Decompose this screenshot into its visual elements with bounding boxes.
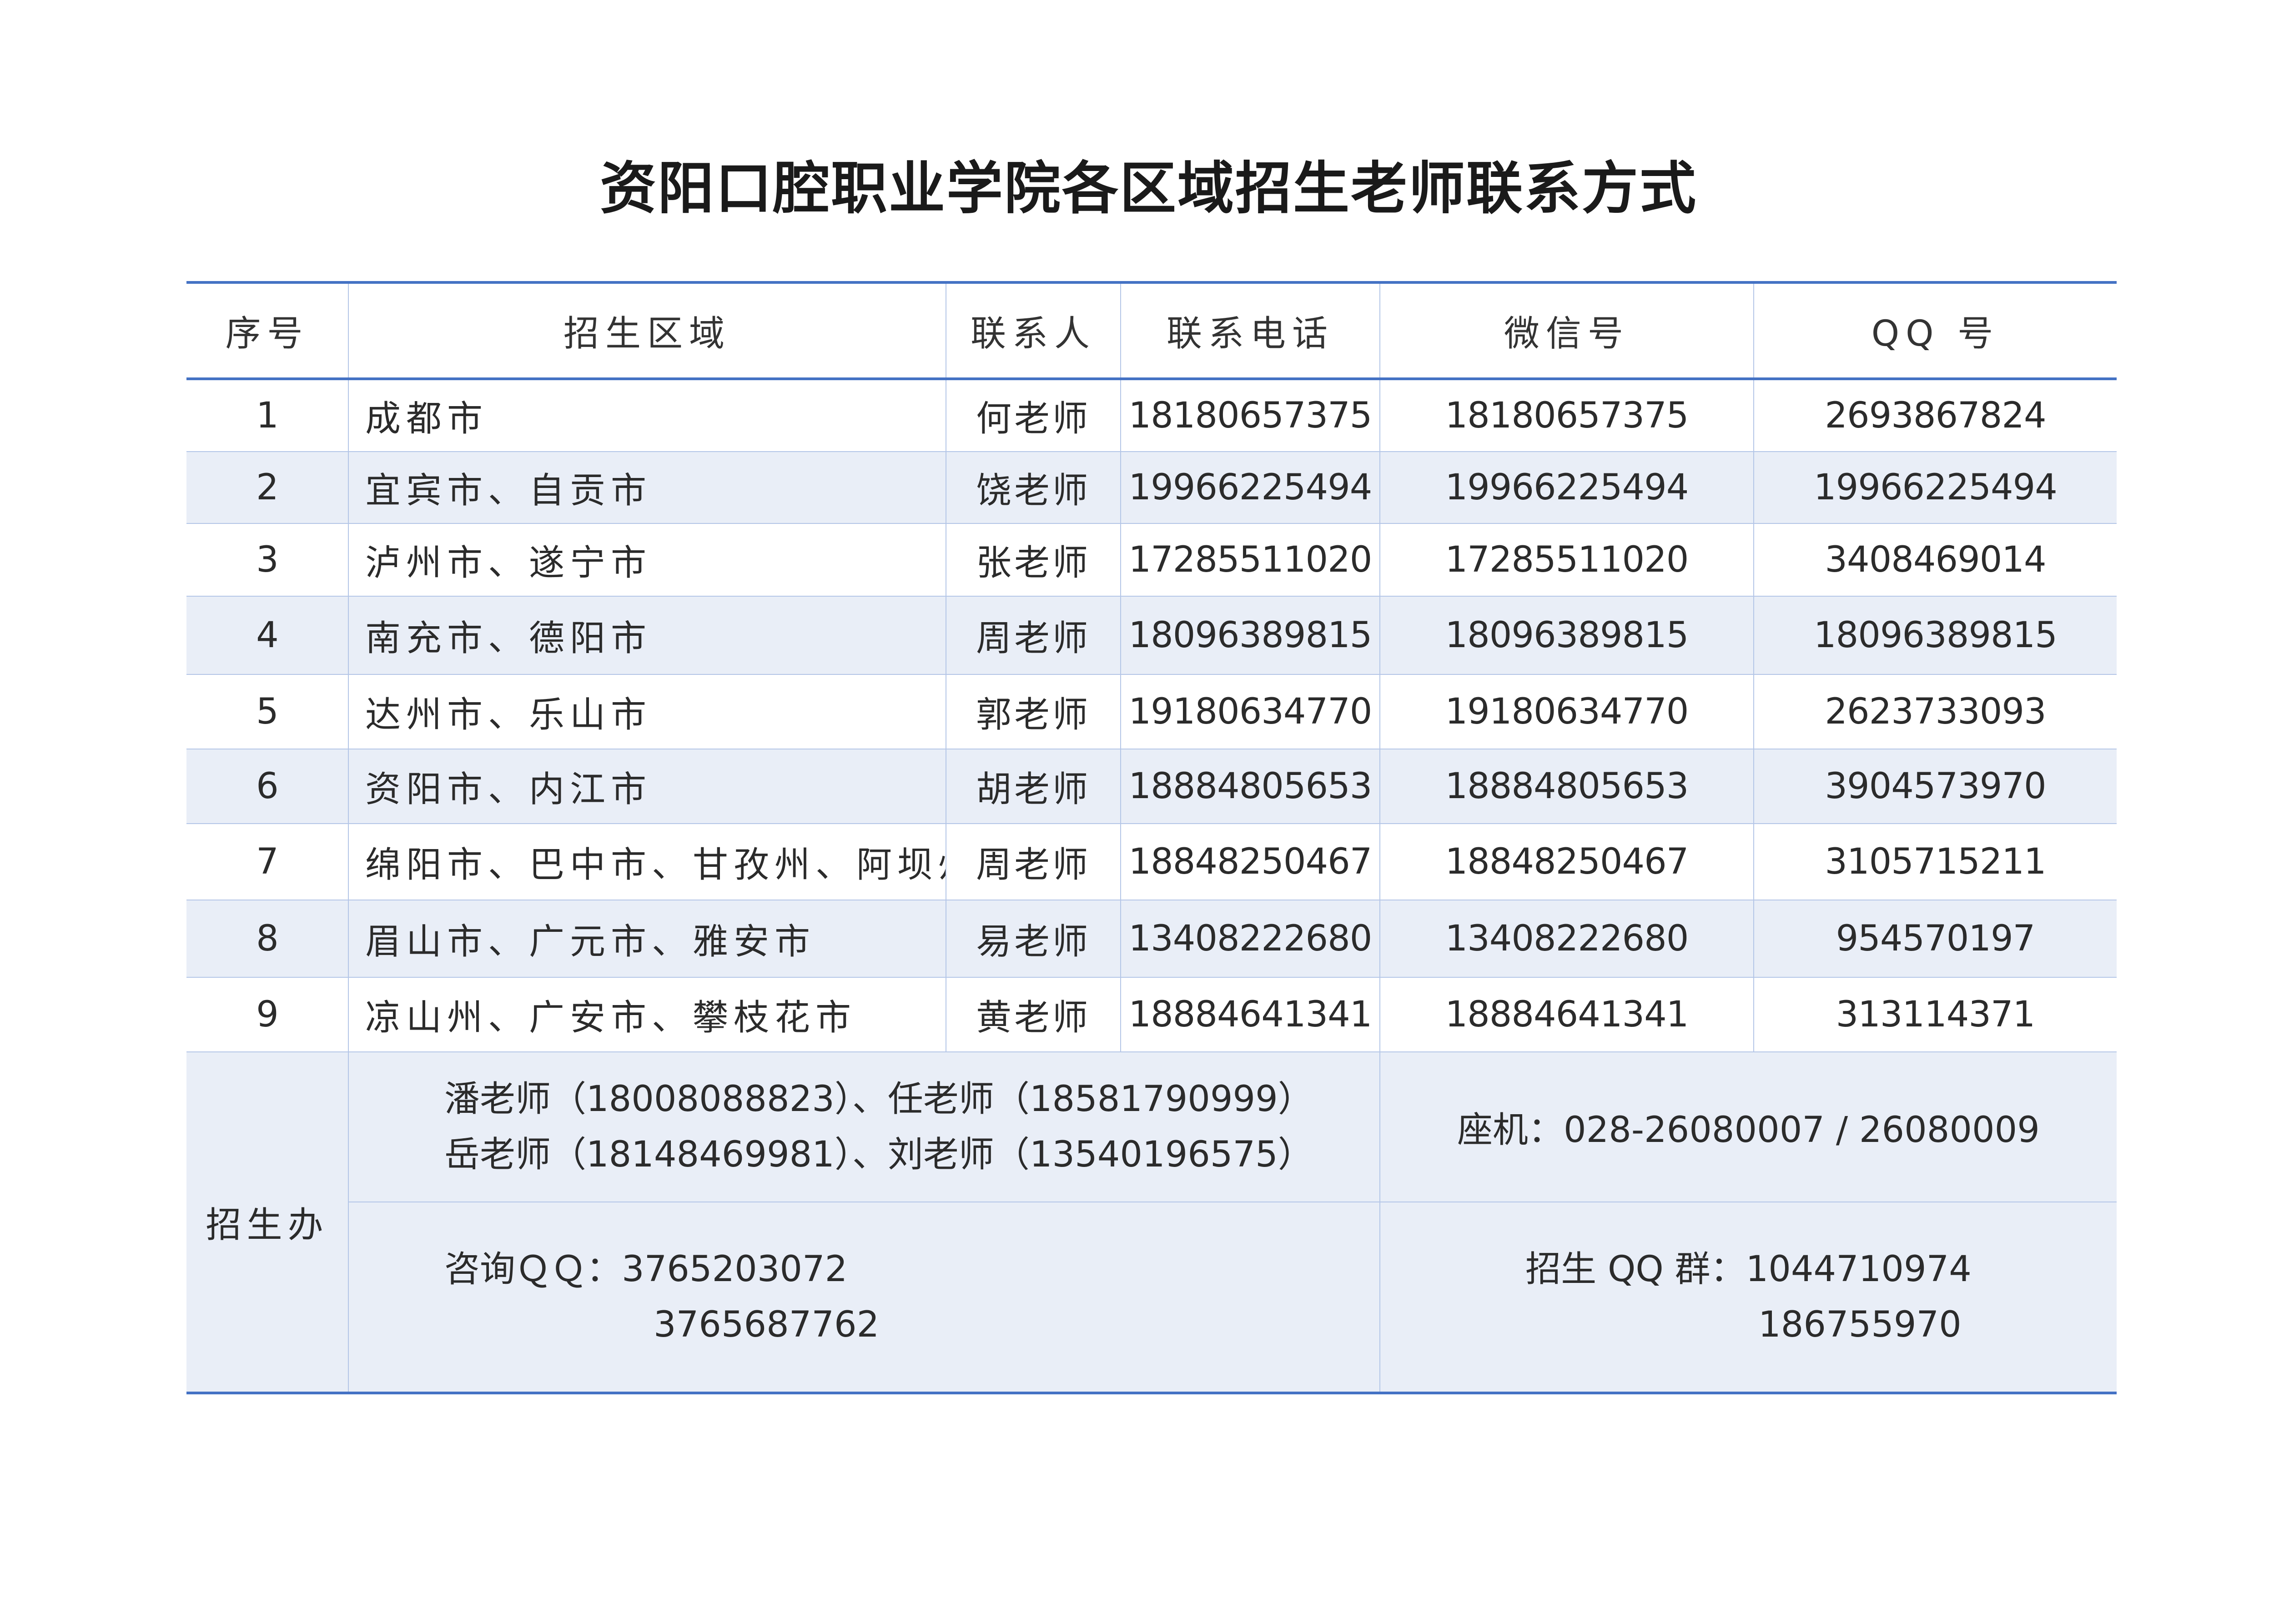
office-teachers: 潘老师（18008088823）、任老师（18581790999） 岳老师（18… — [348, 1051, 1380, 1202]
row-contact: 郭老师 — [946, 674, 1121, 749]
row-index: 4 — [186, 596, 349, 675]
row-contact: 张老师 — [946, 523, 1121, 597]
row-phone: 18096389815 — [1120, 596, 1380, 675]
consult-qq-number-1: 3765203072 — [622, 1249, 848, 1290]
table-row: 2 宜宾市、自贡市 饶老师 19966225494 19966225494 19… — [186, 451, 2117, 524]
table-row: 3 泸州市、遂宁市 张老师 17285511020 17285511020 34… — [186, 523, 2117, 597]
office-teachers-line1: 潘老师（18008088823）、任老师（18581790999） — [444, 1079, 1313, 1120]
group-qq-label: 招生 QQ 群： — [1525, 1249, 1746, 1290]
row-phone: 18848250467 — [1120, 823, 1380, 900]
row-qq: 2693867824 — [1753, 378, 2117, 452]
row-phone: 18884641341 — [1120, 977, 1380, 1052]
row-index: 3 — [186, 523, 349, 597]
table-row: 9 凉山州、广安市、攀枝花市 黄老师 18884641341 188846413… — [186, 977, 2117, 1052]
row-qq: 18096389815 — [1753, 596, 2117, 675]
header-qq: QQ 号 — [1753, 282, 2117, 380]
table-row: 6 资阳市、内江市 胡老师 18884805653 18884805653 39… — [186, 749, 2117, 824]
row-contact: 胡老师 — [946, 749, 1121, 824]
row-phone: 18180657375 — [1120, 378, 1380, 452]
row-contact: 周老师 — [946, 823, 1121, 900]
group-qq-number-2: 186755970 — [1758, 1304, 1962, 1345]
row-contact: 饶老师 — [946, 451, 1121, 524]
table-row: 5 达州市、乐山市 郭老师 19180634770 19180634770 26… — [186, 674, 2117, 749]
row-region: 宜宾市、自贡市 — [348, 451, 946, 524]
row-qq: 954570197 — [1753, 900, 2117, 978]
row-index: 6 — [186, 749, 349, 824]
row-qq: 3105715211 — [1753, 823, 2117, 900]
row-wechat: 18848250467 — [1379, 823, 1754, 900]
row-wechat: 18884641341 — [1379, 977, 1754, 1052]
table-row: 8 眉山市、广元市、雅安市 易老师 13408222680 1340822268… — [186, 900, 2117, 978]
row-region: 成都市 — [348, 378, 946, 452]
row-wechat: 18096389815 — [1379, 596, 1754, 675]
header-index: 序号 — [186, 282, 349, 380]
row-region: 绵阳市、巴中市、甘孜州、阿坝州 — [348, 823, 946, 900]
row-index: 1 — [186, 378, 349, 452]
row-region: 南充市、德阳市 — [348, 596, 946, 675]
row-phone: 18884805653 — [1120, 749, 1380, 824]
row-region: 凉山州、广安市、攀枝花市 — [348, 977, 946, 1052]
consult-qq-line1: 咨询ＱＱ：3765203072 — [444, 1242, 1379, 1297]
row-phone: 13408222680 — [1120, 900, 1380, 978]
contacts-table: 序号 招生区域 联系人 联系电话 微信号 QQ 号 1 成都市 何老师 1818… — [186, 281, 2117, 1394]
header-contact: 联系人 — [946, 282, 1121, 380]
row-contact: 周老师 — [946, 596, 1121, 675]
row-wechat: 19180634770 — [1379, 674, 1754, 749]
row-region: 资阳市、内江市 — [348, 749, 946, 824]
table-row: 4 南充市、德阳市 周老师 18096389815 18096389815 18… — [186, 596, 2117, 675]
row-wechat: 19966225494 — [1379, 451, 1754, 524]
row-wechat: 18884805653 — [1379, 749, 1754, 824]
row-qq: 3408469014 — [1753, 523, 2117, 597]
row-contact: 何老师 — [946, 378, 1121, 452]
header-region: 招生区域 — [348, 282, 946, 380]
row-qq: 19966225494 — [1753, 451, 2117, 524]
header-wechat: 微信号 — [1379, 282, 1754, 380]
consult-qq-label: 咨询ＱＱ： — [444, 1249, 622, 1290]
table-row: 1 成都市 何老师 18180657375 18180657375 269386… — [186, 378, 2117, 452]
row-index: 7 — [186, 823, 349, 900]
row-contact: 黄老师 — [946, 977, 1121, 1052]
office-landline: 座机：028-26080007 / 26080009 — [1379, 1051, 2117, 1202]
row-index: 9 — [186, 977, 349, 1052]
page-title: 资阳口腔职业学院各区域招生老师联系方式 — [599, 156, 1697, 221]
table-header-row: 序号 招生区域 联系人 联系电话 微信号 QQ 号 — [186, 282, 2117, 380]
row-phone: 17285511020 — [1120, 523, 1380, 597]
row-region: 泸州市、遂宁市 — [348, 523, 946, 597]
row-index: 2 — [186, 451, 349, 524]
row-wechat: 17285511020 — [1379, 523, 1754, 597]
group-qq-line1: 招生 QQ 群：1044710974 — [1381, 1242, 2117, 1297]
row-region: 眉山市、广元市、雅安市 — [348, 900, 946, 978]
row-phone: 19966225494 — [1120, 451, 1380, 524]
group-qq-number-1: 1044710974 — [1746, 1249, 1972, 1290]
row-wechat: 18180657375 — [1379, 378, 1754, 452]
row-wechat: 13408222680 — [1379, 900, 1754, 978]
row-qq: 3904573970 — [1753, 749, 2117, 824]
row-qq: 313114371 — [1753, 977, 2117, 1052]
row-index: 8 — [186, 900, 349, 978]
row-qq: 2623733093 — [1753, 674, 2117, 749]
office-consult-qq: 咨询ＱＱ：3765203072 3765687762 — [348, 1202, 1380, 1393]
office-group-qq: 招生 QQ 群：1044710974 186755970 — [1379, 1202, 2117, 1393]
office-teachers-line2: 岳老师（18148469981）、刘老师（13540196575） — [444, 1134, 1313, 1175]
office-label: 招生办 — [186, 1051, 349, 1393]
row-contact: 易老师 — [946, 900, 1121, 978]
header-phone: 联系电话 — [1120, 282, 1380, 380]
row-index: 5 — [186, 674, 349, 749]
consult-qq-number-2: 3765687762 — [654, 1304, 880, 1345]
office-row-teachers: 招生办 潘老师（18008088823）、任老师（18581790999） 岳老… — [186, 1051, 2117, 1393]
office-row-qq: 咨询ＱＱ：3765203072 3765687762 招生 QQ 群：10447… — [186, 1202, 2117, 1393]
row-region: 达州市、乐山市 — [348, 674, 946, 749]
row-phone: 19180634770 — [1120, 674, 1380, 749]
table-row: 7 绵阳市、巴中市、甘孜州、阿坝州 周老师 18848250467 188482… — [186, 823, 2117, 900]
